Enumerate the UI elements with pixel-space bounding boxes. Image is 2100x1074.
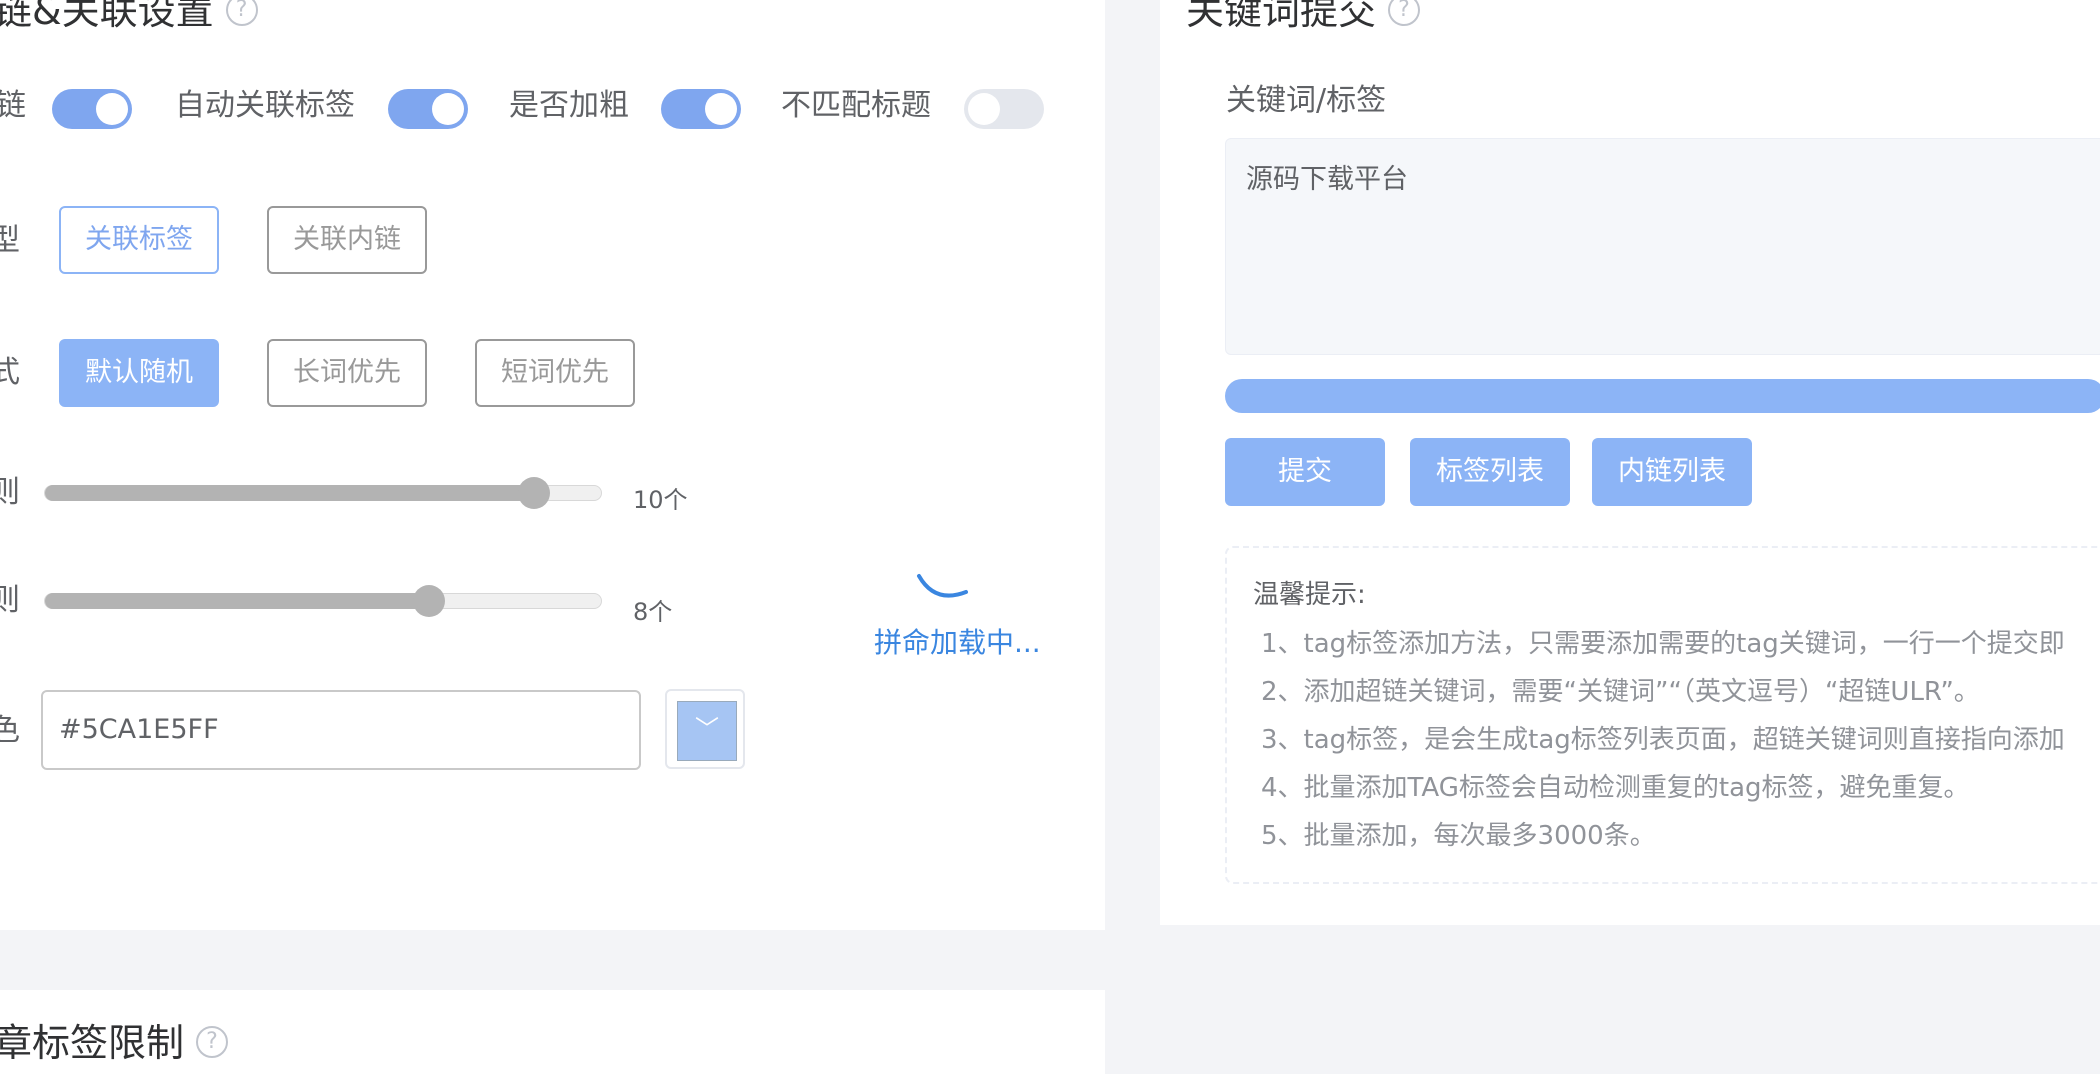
limit1-slider[interactable] (44, 477, 602, 509)
type-option-tag[interactable]: 关联标签 (59, 206, 219, 274)
keyword-field-label: 关键词/标签 (1226, 83, 1387, 118)
color-picker-button[interactable]: ﹀ (665, 689, 745, 769)
switch-label-bold: 是否加粗 (509, 88, 629, 123)
mode-option-random[interactable]: 默认随机 (59, 339, 219, 407)
link-settings-title: 链&关联设置? (0, 0, 258, 30)
tag-list-button[interactable]: 标签列表 (1410, 438, 1570, 506)
switch-no-title-match-toggle[interactable] (964, 89, 1044, 129)
help-icon[interactable]: ? (196, 1025, 229, 1058)
limit1-value: 10个 (633, 486, 688, 514)
link-settings-card: 链&关联设置? 链 自动关联标签 是否加粗 不匹配标题 型 关联标签 关联内链 … (0, 0, 1105, 930)
loading-text: 拼命加载中... (874, 626, 1041, 659)
limit2-value: 8个 (633, 598, 673, 626)
mode-label: 式 (0, 355, 20, 390)
mode-option-short-first[interactable]: 短词优先 (475, 339, 635, 407)
keyword-submit-title: 关键词提交? (1186, 0, 1421, 30)
tip-item-4: 4、批量添加TAG标签会自动检测重复的tag标签，避免重复。 (1261, 773, 1970, 803)
tip-item-5: 5、批量添加，每次最多3000条。 (1261, 821, 1656, 851)
type-option-link[interactable]: 关联内链 (267, 206, 427, 274)
article-tag-limit-card: 章标签限制? (0, 990, 1105, 1074)
chevron-down-icon: ﹀ (695, 715, 719, 743)
link-list-button[interactable]: 内链列表 (1592, 438, 1752, 506)
article-tag-limit-title: 章标签限制? (0, 1024, 229, 1062)
tips-title: 温馨提示: (1253, 580, 1366, 610)
keyword-textarea[interactable]: 源码下载平台 (1225, 138, 2100, 355)
help-icon[interactable]: ? (225, 0, 258, 26)
help-icon[interactable]: ? (1388, 0, 1421, 26)
switch-label-no-title-match: 不匹配标题 (781, 88, 931, 123)
keyword-submit-card: 关键词提交? 关键词/标签 源码下载平台 提交 标签列表 内链列表 温馨提示: … (1160, 0, 2100, 925)
switch-link-toggle[interactable] (52, 89, 132, 129)
switch-bold-toggle[interactable] (661, 89, 741, 129)
tip-item-1: 1、tag标签添加方法，只需要添加需要的tag关键词，一行一个提交即 (1261, 629, 2065, 659)
switch-label-auto-tag: 自动关联标签 (175, 88, 355, 123)
color-label: 色 (0, 713, 20, 748)
switch-auto-tag-toggle[interactable] (388, 89, 468, 129)
limit1-label: 则 (0, 475, 20, 510)
switch-label-link: 链 (0, 88, 26, 123)
color-swatch: ﹀ (677, 701, 737, 761)
limit1-slider-fill (45, 484, 535, 501)
limit2-slider-fill (45, 592, 429, 609)
limit2-slider-thumb[interactable] (412, 585, 445, 617)
tip-item-3: 3、tag标签，是会生成tag标签列表页面，超链关键词则直接指向添加 (1261, 725, 2065, 755)
tips-box: 温馨提示: 1、tag标签添加方法，只需要添加需要的tag关键词，一行一个提交即… (1225, 546, 2100, 884)
type-label: 型 (0, 223, 20, 258)
color-value-input[interactable]: #5CA1E5FF (41, 690, 641, 770)
mode-option-long-first[interactable]: 长词优先 (267, 339, 427, 407)
loading-spinner-icon (917, 574, 968, 598)
limit2-label: 则 (0, 583, 20, 618)
limit2-slider[interactable] (44, 585, 602, 617)
tip-item-2: 2、添加超链关键词，需要“关键词”“（英文逗号）“超链ULR”。 (1261, 677, 1980, 707)
submit-button[interactable]: 提交 (1225, 438, 1385, 506)
submit-progress-bar (1225, 379, 2100, 413)
limit1-slider-thumb[interactable] (518, 477, 551, 509)
